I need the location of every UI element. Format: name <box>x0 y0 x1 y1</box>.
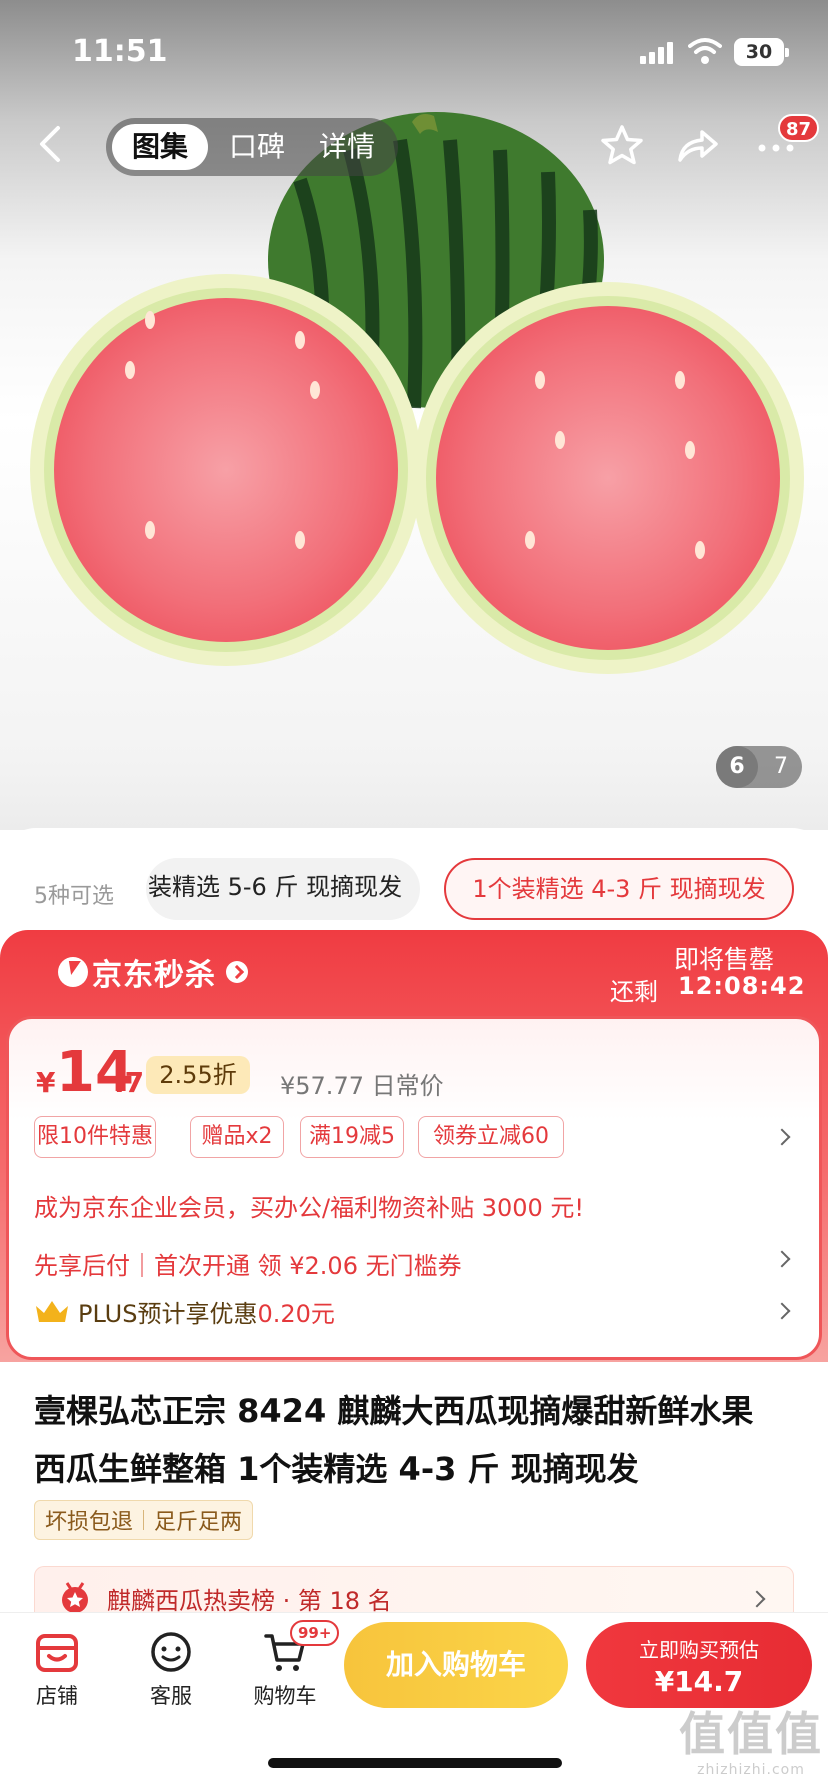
service-guarantees[interactable]: 坏损包退 足斤足两 <box>34 1500 254 1540</box>
watermark-url: zhizhizhi.com <box>697 1762 805 1778</box>
variant-count: 5种可选 <box>34 884 114 909</box>
status-time: 11:51 <box>72 34 168 69</box>
promo-tag[interactable]: 赠品x2 <box>190 1116 284 1158</box>
cart-count-badge: 99+ <box>290 1620 340 1646</box>
header-tabs: 图集 口碑 详情 <box>106 118 398 176</box>
chevron-right-icon <box>226 961 248 983</box>
countdown-timer: 12:08:42 <box>678 972 806 1000</box>
tab-gallery[interactable]: 图集 <box>112 124 208 170</box>
variant-option[interactable]: 装精选 5-6 斤 现摘现发 <box>146 858 420 920</box>
promo-tag[interactable]: 满19减5 <box>300 1116 404 1158</box>
watermark-logo: 值值值 <box>679 1707 823 1761</box>
tab-reviews[interactable]: 口碑 <box>214 124 300 170</box>
home-indicator[interactable] <box>268 1758 562 1768</box>
add-to-cart-button[interactable]: 加入购物车 <box>344 1622 568 1708</box>
product-gallery[interactable]: 11:51 30 图集 口碑 详情 87 6 7 <box>0 0 828 830</box>
ranking-text: 麒麟西瓜热卖榜 · 第 18 名 <box>107 1587 392 1615</box>
remaining-label: 还剩 <box>610 978 658 1006</box>
price-currency: ¥ <box>36 1066 56 1099</box>
customer-service-button[interactable]: 客服 <box>126 1630 216 1710</box>
tab-details[interactable]: 详情 <box>304 124 390 170</box>
promo-tag[interactable]: 领券立减60 <box>418 1116 564 1158</box>
variant-option-selected[interactable]: 1个装精选 4-3 斤 现摘现发 <box>444 858 794 920</box>
back-icon[interactable] <box>30 122 74 166</box>
wifi-icon <box>688 38 722 64</box>
crown-icon <box>36 1301 68 1322</box>
buy-now-button[interactable]: 立即购买预估 ¥14.7 <box>586 1622 812 1708</box>
chat-icon <box>151 1632 191 1672</box>
watermelon-image[interactable] <box>0 110 828 710</box>
image-counter-total: 7 <box>774 754 788 779</box>
discount-badge: 2.55折 <box>146 1056 250 1094</box>
flash-sale-logo[interactable]: 京东秒杀 <box>58 950 248 994</box>
service-label: 客服 <box>150 1684 192 1708</box>
plus-label: PLUS预计享优惠 <box>78 1299 258 1328</box>
promo-tag[interactable]: 限10件特惠 <box>34 1116 156 1158</box>
signal-icon <box>640 40 678 64</box>
plus-value: 0.20元 <box>257 1299 335 1328</box>
product-title-line: 壹棵弘芯正宗 8424 麒麟大西瓜现摘爆甜新鲜水果 <box>34 1392 754 1430</box>
buy-now-label: 立即购买预估 <box>639 1638 759 1662</box>
pay-later-promo[interactable]: 先享后付｜首次开通 领 ¥2.06 无门槛券 <box>34 1246 462 1281</box>
product-title-line: 西瓜生鲜整箱 1个装精选 4-3 斤 现摘现发 <box>34 1450 639 1488</box>
image-counter-current: 6 <box>716 746 758 788</box>
watermark: 值值值 zhizhizhi.com <box>676 1706 826 1778</box>
plus-discount[interactable]: PLUS预计享优惠 0.20元 <box>34 1296 335 1328</box>
notification-badge: 87 <box>778 114 820 142</box>
sellout-status: 即将售罄 <box>673 945 774 974</box>
star-icon[interactable] <box>598 122 646 170</box>
chevron-right-icon <box>748 1590 766 1608</box>
product-title: 壹棵弘芯正宗 8424 麒麟大西瓜现摘爆甜新鲜水果 西瓜生鲜整箱 1个装精选 4… <box>34 1382 804 1498</box>
battery-icon: 30 <box>734 38 789 66</box>
enterprise-promo[interactable]: 成为京东企业会员，买办公/福利物资补贴 3000 元! <box>34 1188 584 1223</box>
status-bar: 11:51 30 <box>0 0 828 100</box>
flash-sale-brand: 京东秒杀 <box>92 958 216 993</box>
share-icon[interactable] <box>672 122 720 170</box>
medal-icon <box>62 1582 88 1613</box>
cart-label: 购物车 <box>253 1684 317 1708</box>
shop-button[interactable]: 店铺 <box>12 1630 102 1710</box>
guarantee-item: 坏损包退 <box>45 1510 134 1535</box>
buy-now-price: ¥14.7 <box>654 1665 744 1698</box>
shop-label: 店铺 <box>36 1684 78 1708</box>
lightning-icon <box>58 957 88 987</box>
image-counter: 6 7 <box>716 746 802 788</box>
shop-icon <box>36 1634 78 1672</box>
guarantee-item: 足斤足两 <box>154 1510 243 1535</box>
price-decimal: .7 <box>114 1066 145 1099</box>
original-price: ¥57.77 日常价 <box>280 1072 444 1100</box>
